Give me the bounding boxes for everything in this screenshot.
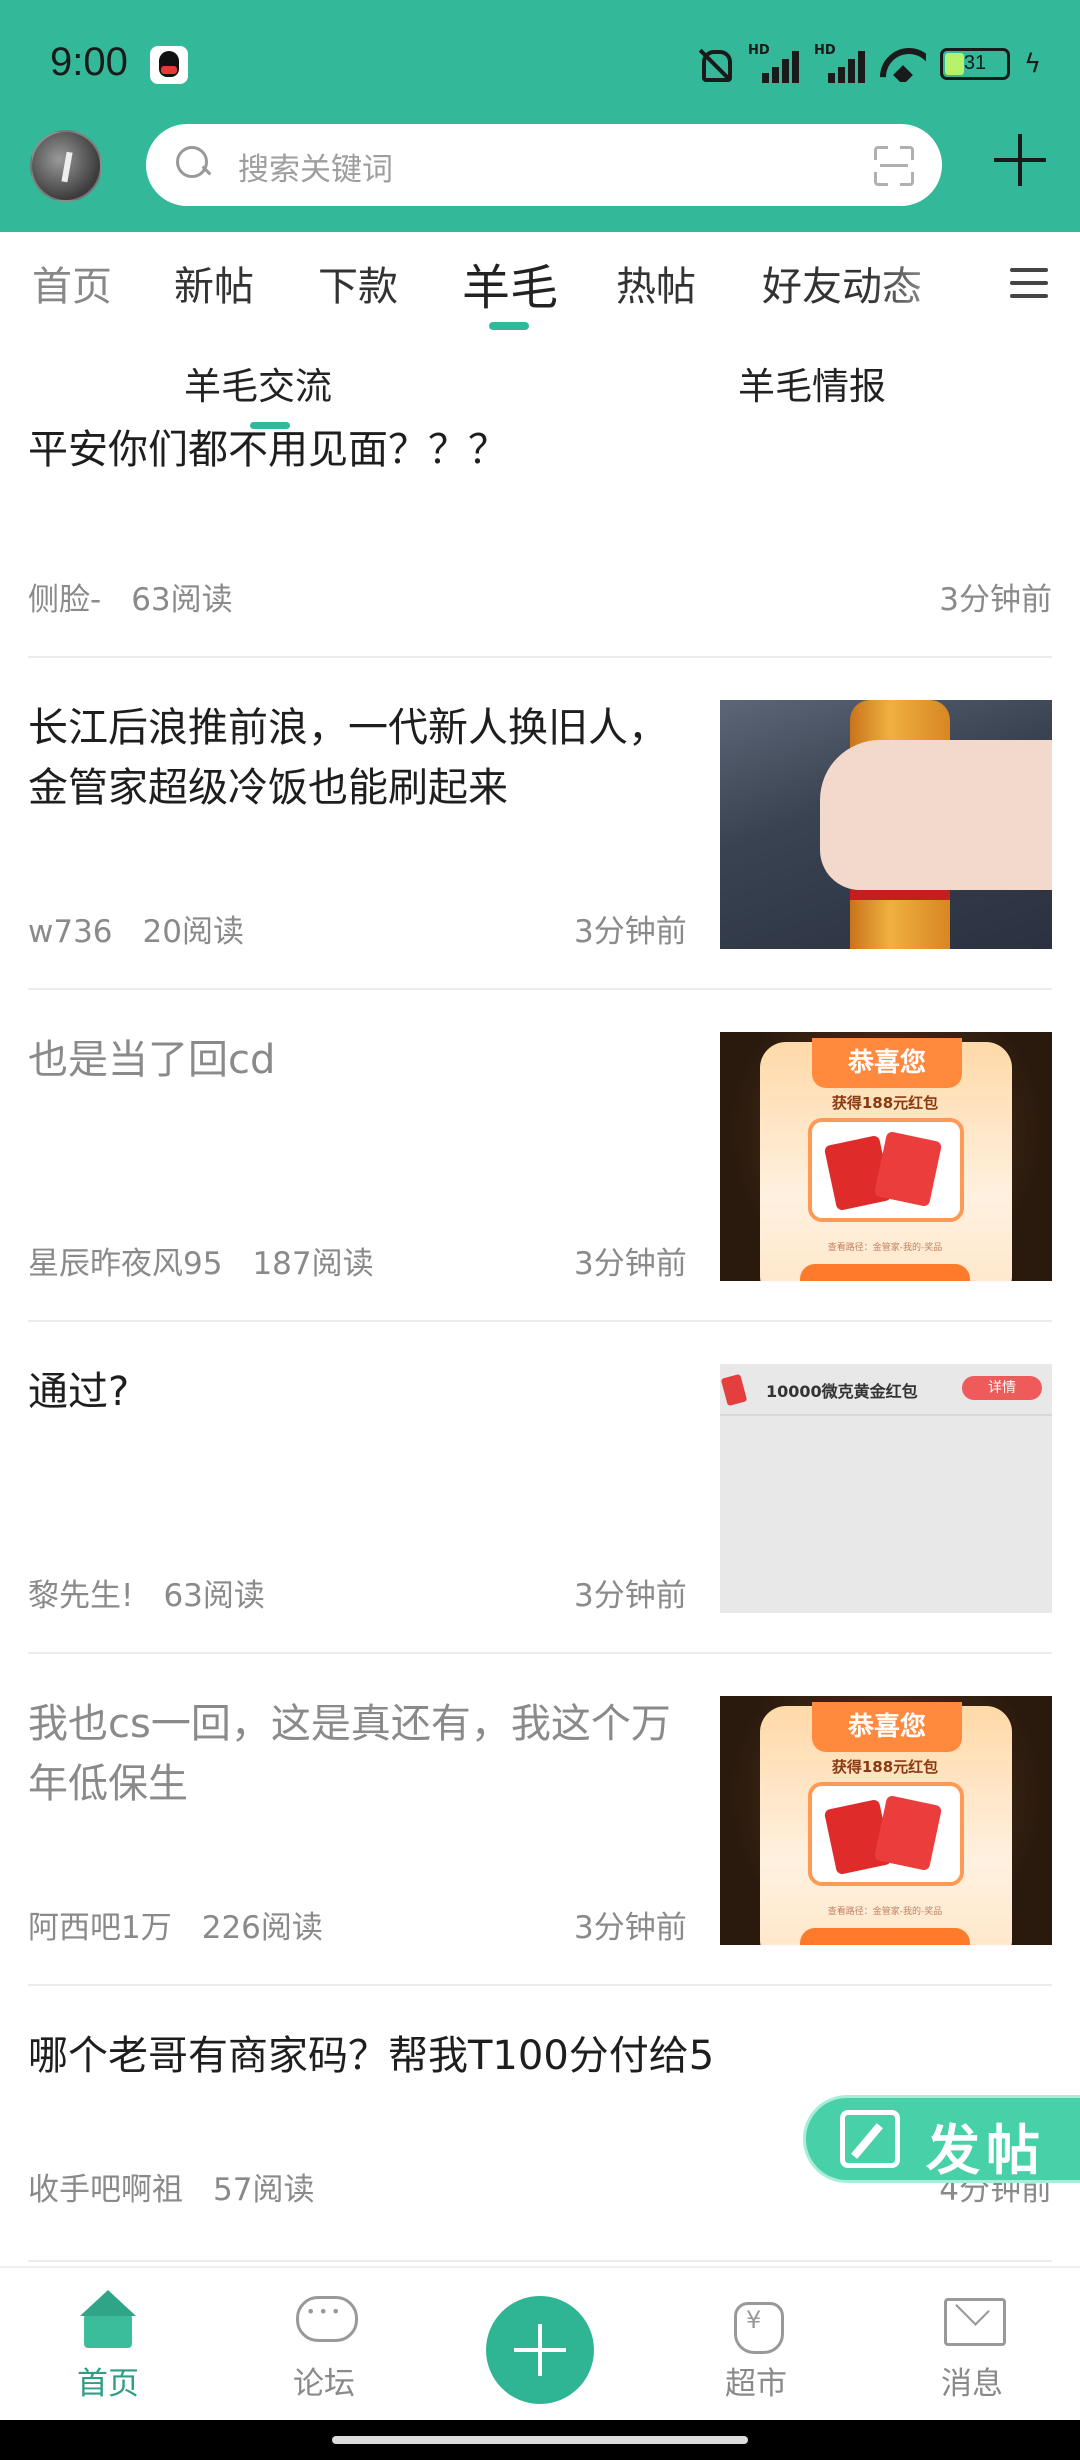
- post-meta: w736 20阅读: [28, 906, 244, 951]
- mute-icon: [694, 46, 734, 82]
- menu-icon[interactable]: [1010, 266, 1048, 300]
- post-reads: 63阅读: [131, 582, 233, 618]
- app-header: 9:00 HD HD 31 ϟ 搜索关键词: [0, 0, 1080, 232]
- redpack-banner: 恭喜您: [812, 1038, 962, 1088]
- tab-wool[interactable]: 羊毛: [462, 248, 558, 318]
- charging-icon: ϟ: [1024, 49, 1042, 79]
- post-author: w736: [28, 914, 113, 950]
- post-reads: 57阅读: [213, 2172, 315, 2208]
- category-tabs: 首页 新帖 下款 羊毛 热帖 好友动态: [0, 232, 1080, 342]
- nav-messages[interactable]: 消息: [864, 2268, 1080, 2422]
- divider: [28, 2260, 1052, 2262]
- add-icon[interactable]: [990, 130, 1050, 190]
- tab-new[interactable]: 新帖: [174, 254, 254, 312]
- envelope-icon: [942, 2290, 1006, 2350]
- user-avatar[interactable]: [30, 130, 102, 202]
- post-item[interactable]: 平安你们都不用见面？？？ 侧脸- 63阅读 3分钟前: [0, 400, 1080, 658]
- post-item[interactable]: 我也cs一回，这是真还有，我这个万年低保生 阿西吧1万 226阅读 3分钟前 恭喜…: [0, 1654, 1080, 1986]
- post-reads: 63阅读: [163, 1578, 265, 1614]
- post-title: 也是当了回cd: [28, 1037, 276, 1083]
- post-meta: 侧脸- 63阅读: [28, 574, 233, 619]
- post-reads: 20阅读: [142, 914, 244, 950]
- nav-home[interactable]: 首页: [0, 2268, 216, 2422]
- tab-active-indicator: [489, 322, 529, 330]
- post-title: 长江后浪推前浪，一代新人换旧人，金管家超级冷饭也能刷起来: [28, 705, 668, 811]
- post-item[interactable]: 通过? 黎先生! 63阅读 3分钟前 10000微克黄金红包 详情: [0, 1322, 1080, 1654]
- home-icon: [78, 2290, 138, 2350]
- redpack-subtitle: 获得188元红包: [831, 1758, 939, 1776]
- post-reads: 226阅读: [201, 1910, 323, 1946]
- post-reads: 187阅读: [252, 1246, 374, 1282]
- tabs-fade: [870, 232, 1010, 342]
- post-meta: 星辰昨夜风95 187阅读: [28, 1238, 374, 1283]
- battery-level: 31: [963, 52, 987, 74]
- post-time: 3分钟前: [574, 914, 687, 950]
- chat-bubble-icon: [294, 2290, 358, 2350]
- search-icon: [176, 146, 212, 182]
- status-icons: HD HD 31 ϟ: [694, 43, 1042, 84]
- edit-icon: [840, 2110, 900, 2168]
- tab-hot[interactable]: 热帖: [616, 254, 696, 312]
- nav-market-label: 超市: [725, 2366, 787, 2402]
- post-item[interactable]: 也是当了回cd 星辰昨夜风95 187阅读 3分钟前 恭喜您 获得188元红包 查…: [0, 990, 1080, 1322]
- post-thumbnail[interactable]: 10000微克黄金红包 详情: [720, 1364, 1052, 1613]
- post-time: 3分钟前: [939, 582, 1052, 618]
- post-author: 侧脸-: [28, 582, 102, 618]
- search-bar[interactable]: 搜索关键词: [146, 124, 942, 206]
- subtab-active-indicator: [250, 422, 290, 429]
- money-bag-icon: [726, 2290, 786, 2354]
- battery-icon: 31: [940, 48, 1010, 80]
- bottom-nav: 首页 论坛 超市 消息: [0, 2266, 1080, 2420]
- signal-hd-icon: HD: [748, 43, 800, 83]
- redpack-banner: 恭喜您: [812, 1702, 962, 1752]
- redpack-foot: 查看路径：金管家-我的-奖品: [827, 1907, 943, 1917]
- nav-messages-label: 消息: [941, 2366, 1003, 2402]
- post-title: 哪个老哥有商家码？帮我T100分付给5: [28, 2033, 715, 2079]
- status-time: 9:00: [50, 40, 128, 84]
- search-placeholder: 搜索关键词: [238, 152, 393, 188]
- nav-forum[interactable]: 论坛: [216, 2268, 432, 2422]
- wifi-icon: [880, 46, 926, 82]
- signal-hd-icon-2: HD: [814, 43, 866, 83]
- post-thumbnail[interactable]: [720, 700, 1052, 949]
- nav-home-label: 首页: [77, 2366, 139, 2402]
- post-thumbnail[interactable]: 恭喜您 获得188元红包 查看路径：金管家-我的-奖品: [720, 1696, 1052, 1945]
- post-title: 平安你们都不用见面？？？: [28, 427, 508, 473]
- post-title: 通过?: [28, 1369, 130, 1415]
- post-author: 星辰昨夜风95: [28, 1246, 223, 1282]
- post-time: 3分钟前: [574, 1246, 687, 1282]
- nav-forum-label: 论坛: [293, 2366, 355, 2402]
- redpack-subtitle: 获得188元红包: [831, 1094, 939, 1112]
- scan-icon[interactable]: [874, 146, 914, 186]
- redpack-foot: 查看路径：金管家-我的-奖品: [827, 1243, 943, 1253]
- thumb-detail-pill: 详情: [962, 1376, 1042, 1400]
- post-time: 3分钟前: [574, 1910, 687, 1946]
- post-meta: 收手吧啊祖 57阅读: [28, 2164, 314, 2209]
- home-gesture-bar[interactable]: [332, 2436, 748, 2444]
- post-author: 收手吧啊祖: [28, 2172, 183, 2208]
- thumb-caption: 10000微克黄金红包: [766, 1382, 918, 1401]
- post-meta: 黎先生! 63阅读: [28, 1570, 265, 1615]
- post-meta: 阿西吧1万 226阅读: [28, 1902, 323, 1947]
- post-item[interactable]: 长江后浪推前浪，一代新人换旧人，金管家超级冷饭也能刷起来 w736 20阅读 3分…: [0, 658, 1080, 990]
- center-add-button[interactable]: [486, 2296, 594, 2404]
- post-thumbnail[interactable]: 恭喜您 获得188元红包 查看路径：金管家-我的-奖品: [720, 1032, 1052, 1281]
- status-bar: 9:00 HD HD 31 ϟ: [0, 0, 1080, 120]
- new-post-button[interactable]: 发帖: [806, 2098, 1080, 2182]
- tab-loan[interactable]: 下款: [318, 254, 398, 312]
- tab-home[interactable]: 首页: [32, 254, 112, 312]
- post-feed: 平安你们都不用见面？？？ 侧脸- 63阅读 3分钟前 长江后浪推前浪，一代新人换旧…: [0, 400, 1080, 2270]
- post-time: 3分钟前: [574, 1578, 687, 1614]
- nav-market[interactable]: 超市: [648, 2268, 864, 2422]
- new-post-label: 发帖: [926, 2119, 1046, 2182]
- post-author: 黎先生!: [28, 1578, 134, 1614]
- post-author: 阿西吧1万: [28, 1910, 172, 1946]
- qq-notification-icon: [150, 46, 188, 84]
- system-nav-bar: [0, 2420, 1080, 2460]
- post-title: 我也cs一回，这是真还有，我这个万年低保生: [28, 1701, 671, 1807]
